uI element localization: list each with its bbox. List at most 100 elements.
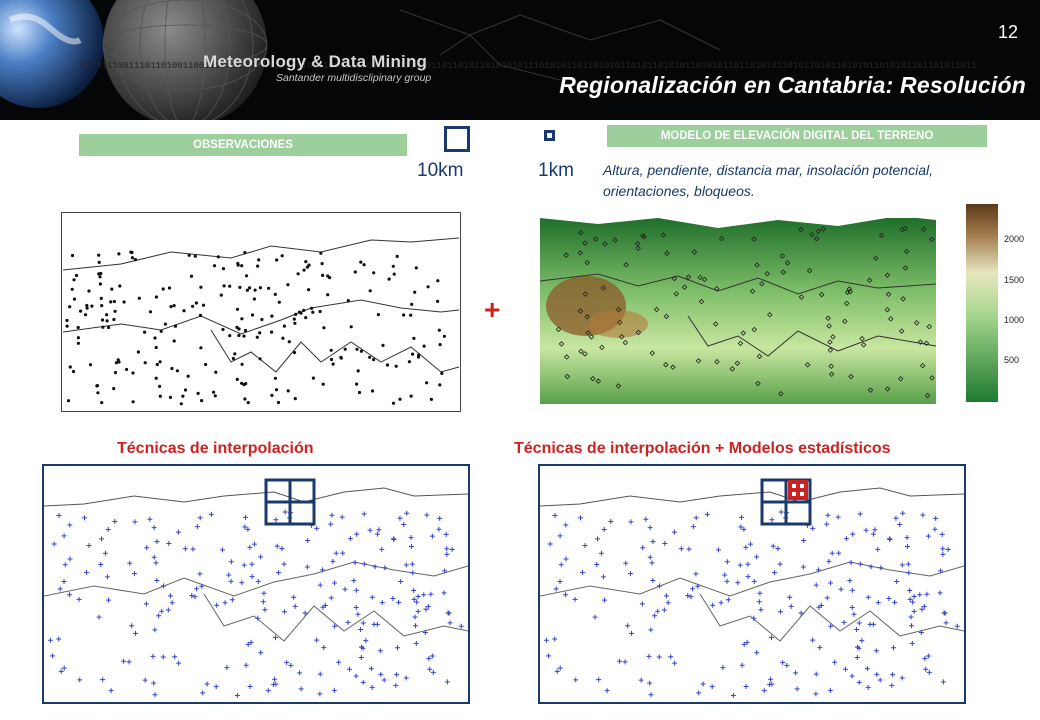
station-dot: [118, 284, 122, 288]
station-cross: [429, 533, 435, 539]
station-cross: [608, 518, 614, 524]
station-cross: [813, 671, 819, 677]
station-dot: [65, 318, 69, 323]
station-dot: [131, 400, 135, 404]
station-cross: [199, 583, 205, 589]
station-cross: [904, 535, 910, 541]
station-cross: [411, 588, 417, 594]
station-cross: [761, 688, 767, 694]
station-dot: [154, 376, 158, 380]
station-dot: [359, 349, 363, 353]
station-dot: [292, 317, 296, 321]
station-cross: [329, 512, 335, 518]
station-cross: [678, 546, 684, 552]
station-cross: [850, 531, 856, 537]
station-dot: [355, 382, 359, 386]
station-cross: [143, 601, 149, 607]
station-dot: [136, 350, 140, 354]
station-cross: [208, 511, 214, 517]
station-cross: [649, 560, 655, 566]
station-cross: [757, 590, 763, 596]
station-dot: [258, 357, 262, 361]
station-cross: [234, 693, 240, 699]
station-cross: [594, 562, 600, 568]
station-cross: [121, 658, 127, 664]
station-cross: [361, 561, 367, 567]
station-dot: [191, 304, 195, 308]
station-cross: [851, 611, 857, 617]
station-cross: [273, 517, 279, 523]
station-cross: [401, 522, 407, 528]
station-cross: [394, 645, 400, 651]
station-dot: [143, 330, 147, 334]
station-cross: [754, 554, 760, 560]
station-cross: [131, 571, 137, 577]
station-cross: [580, 569, 586, 575]
station-cross: [648, 692, 654, 698]
station-cross: [57, 586, 63, 592]
station-cross: [552, 636, 558, 642]
station-cross: [351, 578, 357, 584]
station-dot: [238, 285, 242, 289]
station-cross: [340, 550, 346, 556]
fine-grid-overlay: [788, 480, 808, 500]
station-dot: [416, 355, 421, 359]
station-cross: [352, 560, 358, 566]
station-dot: [353, 270, 357, 274]
station-cross: [810, 525, 816, 531]
station-cross: [260, 599, 266, 605]
station-dot: [233, 352, 237, 356]
station-cross: [911, 608, 917, 614]
station-cross: [390, 536, 396, 542]
station-cross: [730, 693, 736, 699]
station-dot: [329, 348, 333, 352]
station-dot: [186, 374, 190, 378]
station-dot: [391, 264, 395, 268]
station-cross: [828, 580, 834, 586]
station-dot: [173, 324, 178, 328]
station-dot: [240, 381, 244, 385]
station-cross: [893, 515, 899, 521]
station-dot: [98, 275, 102, 279]
station-cross: [905, 561, 911, 567]
station-dot: [228, 334, 232, 338]
station-cross: [229, 597, 235, 603]
station-cross: [428, 591, 434, 597]
station-cross: [926, 669, 932, 675]
station-cross: [213, 684, 219, 690]
station-cross: [58, 668, 64, 674]
station-cross: [685, 593, 691, 599]
station-dot: [319, 251, 323, 255]
station-dot: [213, 394, 217, 398]
station-cross: [447, 620, 453, 626]
station-cross: [156, 613, 162, 619]
station-dot: [294, 312, 298, 316]
station-cross: [408, 543, 414, 549]
station-cross: [154, 578, 160, 584]
station-dot: [158, 360, 162, 364]
station-cross: [739, 514, 745, 520]
station-dot: [280, 254, 284, 258]
station-cross: [854, 655, 860, 661]
station-cross: [249, 574, 255, 580]
station-cross: [108, 688, 114, 694]
station-cross: [572, 596, 578, 602]
station-cross: [291, 594, 297, 600]
station-dot: [231, 356, 235, 361]
station-dot: [236, 263, 240, 267]
station-cross: [722, 572, 728, 578]
station-cross: [546, 653, 552, 659]
station-cross: [317, 671, 323, 677]
station-cross: [890, 672, 896, 678]
station-cross: [292, 603, 298, 609]
station-cross: [445, 610, 451, 616]
station-cross: [787, 594, 793, 600]
station-cross: [925, 533, 931, 539]
station-cross: [249, 561, 255, 567]
station-cross: [847, 578, 853, 584]
station-cross: [724, 559, 730, 565]
station-cross: [369, 594, 375, 600]
station-cross: [700, 681, 706, 687]
station-cross: [907, 588, 913, 594]
station-cross: [919, 606, 925, 612]
